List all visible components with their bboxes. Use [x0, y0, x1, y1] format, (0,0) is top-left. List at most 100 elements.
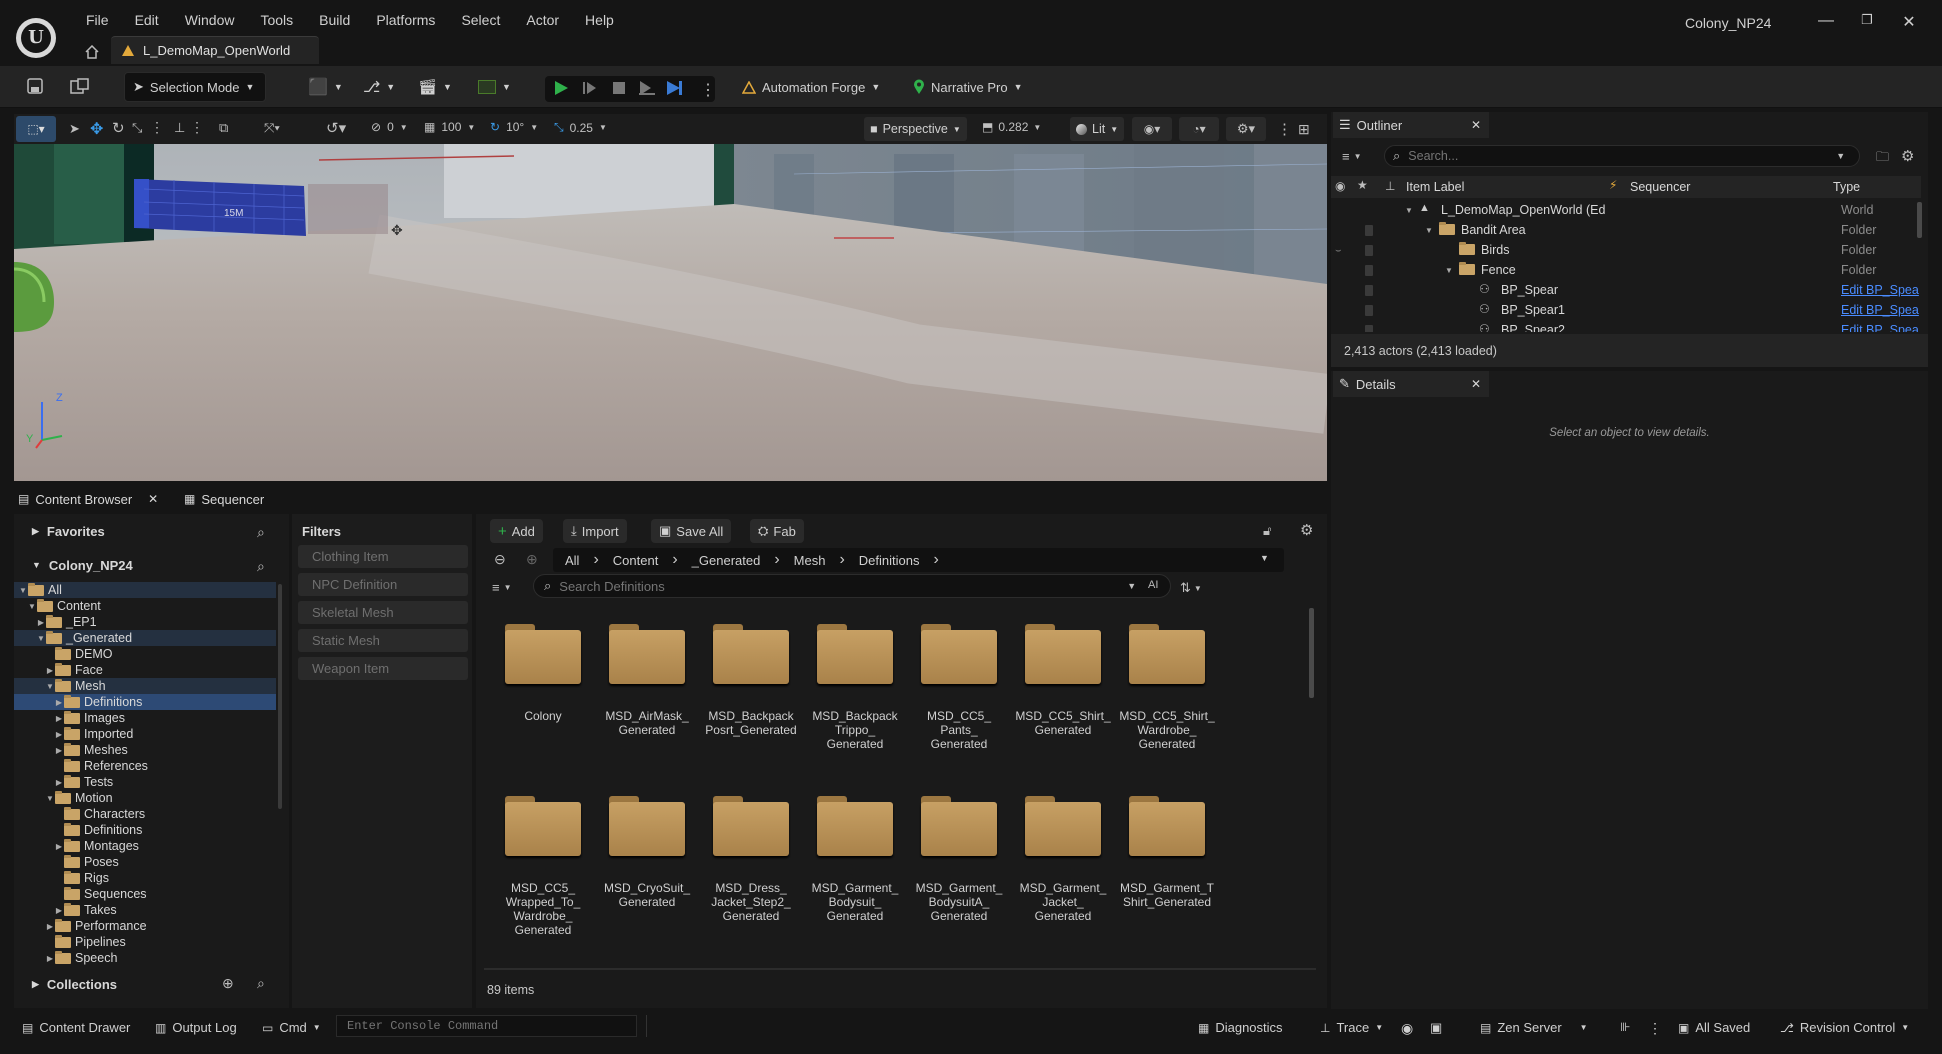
chevron-down-icon[interactable]: ▼: [1127, 581, 1136, 591]
pin-toggle[interactable]: [1365, 264, 1373, 276]
save-icon[interactable]: [27, 78, 43, 94]
platforms-button[interactable]: ▼: [470, 72, 519, 102]
search-icon[interactable]: ⌕: [257, 975, 265, 992]
tree-folder-definitions[interactable]: ▶ Definitions: [14, 694, 276, 710]
screenshot-button[interactable]: ▣: [1430, 1020, 1442, 1036]
chevron-right-icon[interactable]: ▶: [45, 666, 55, 675]
viewport-options-button[interactable]: ⬚▾: [16, 116, 56, 142]
tree-folder-content[interactable]: ▼ Content: [14, 598, 276, 614]
filter-clothing-item[interactable]: Clothing Item: [298, 545, 468, 568]
menu-item-help[interactable]: Help: [572, 12, 627, 28]
asset-folder-tile[interactable]: MSD_AirMask_ Generated: [597, 624, 697, 784]
filter-dropdown[interactable]: ≡ ▼: [492, 580, 512, 595]
cmd-dropdown[interactable]: ▭ Cmd ▼: [262, 1020, 321, 1035]
zen-server-dropdown[interactable]: ▤ Zen Server ▼: [1480, 1020, 1588, 1035]
perspective-dropdown[interactable]: ■ Perspective ▼: [864, 117, 967, 141]
breadcrumb-item[interactable]: Content: [613, 553, 659, 568]
asset-folder-tile[interactable]: MSD_Garment_ Jacket_ Generated: [1013, 796, 1113, 956]
tree-folder-all[interactable]: ▼ All: [14, 582, 276, 598]
play-options-icon[interactable]: ⋮: [700, 80, 716, 100]
world-local-icon[interactable]: ⧉: [219, 120, 228, 136]
tree-folder-images[interactable]: ▶ Images: [14, 710, 276, 726]
forward-icon[interactable]: ⊕: [526, 551, 538, 568]
asset-folder-tile[interactable]: MSD_Garment_ BodysuitA_ Generated: [909, 796, 1009, 956]
tab-content-browser[interactable]: ▤ Content Browser ✕: [18, 486, 158, 512]
menu-item-actor[interactable]: Actor: [513, 12, 572, 28]
show-flags-button[interactable]: ◉▾: [1132, 117, 1172, 141]
search-definitions-box[interactable]: ⌕ ▼: [533, 574, 1171, 598]
camera-speed-dropdown[interactable]: ⬒ 0.282 ▼: [982, 120, 1041, 134]
chevron-down-icon[interactable]: ▼: [1405, 206, 1413, 215]
col-item-label[interactable]: Item Label: [1406, 180, 1464, 194]
back-icon[interactable]: ⊖: [494, 551, 506, 568]
outliner-row[interactable]: ⚇ BP_Spear1 Edit BP_Spea: [1331, 300, 1921, 320]
star-icon[interactable]: ★: [1357, 178, 1368, 192]
tree-folder-montages[interactable]: ▶ Montages: [14, 838, 276, 854]
tree-folder-ep1[interactable]: ▶ _EP1: [14, 614, 276, 630]
tree-folder-imported[interactable]: ▶ Imported: [14, 726, 276, 742]
performance-button[interactable]: ◔▾: [1179, 117, 1219, 141]
record-button[interactable]: ◉: [1401, 1020, 1413, 1037]
snap-menu-icon[interactable]: ⋮: [190, 119, 204, 136]
tree-folder-characters[interactable]: Characters: [14, 806, 276, 822]
transform-options-icon[interactable]: ⋮: [150, 119, 164, 136]
search-icon[interactable]: ⌕: [257, 524, 265, 541]
import-button[interactable]: ⤓ Import: [563, 519, 627, 543]
tree-folder-demo[interactable]: DEMO: [14, 646, 276, 662]
menu-item-tools[interactable]: Tools: [247, 12, 306, 28]
add-button[interactable]: + Add: [490, 519, 543, 543]
play-icon[interactable]: [553, 80, 569, 96]
filter-skeletal-mesh[interactable]: Skeletal Mesh: [298, 601, 468, 624]
diagnostics-button[interactable]: ▦ Diagnostics: [1198, 1020, 1283, 1035]
outliner-row[interactable]: ⚇ BP_Spear Edit BP_Spea: [1331, 280, 1921, 300]
col-sequencer[interactable]: Sequencer: [1630, 180, 1690, 194]
chevron-right-icon[interactable]: ▶: [54, 842, 64, 851]
outliner-search-input[interactable]: [1408, 149, 1829, 163]
tree-scrollbar[interactable]: [278, 584, 282, 809]
selection-mode-dropdown[interactable]: ➤ Selection Mode ▼: [124, 72, 266, 102]
tree-folder-performance[interactable]: ▶ Performance: [14, 918, 276, 934]
scale-snap-toggle[interactable]: ⤡ 0.25 ▼: [554, 120, 607, 135]
pin-toggle[interactable]: [1365, 224, 1373, 236]
viewport-settings-button[interactable]: ⚙▾: [1226, 117, 1266, 141]
chevron-right-icon[interactable]: ›: [593, 551, 598, 569]
home-icon[interactable]: [84, 44, 100, 60]
menu-item-window[interactable]: Window: [172, 12, 248, 28]
search-icon[interactable]: ⌕: [257, 558, 265, 575]
tree-folder-motion[interactable]: ▼ Motion: [14, 790, 276, 806]
chevron-down-icon[interactable]: ▼: [27, 602, 37, 611]
edit-blueprint-link[interactable]: Edit BP_Spea: [1841, 283, 1919, 297]
chevron-right-icon[interactable]: ›: [672, 551, 677, 569]
asset-folder-tile[interactable]: MSD_Backpack Posrt_Generated: [701, 624, 801, 784]
asset-folder-tile[interactable]: MSD_Backpack Trippo_ Generated: [805, 624, 905, 784]
edit-blueprint-link[interactable]: Edit BP_Spea: [1841, 323, 1919, 332]
console-box[interactable]: [336, 1015, 637, 1037]
content-drawer-button[interactable]: ▤ Content Drawer: [22, 1020, 130, 1035]
favorites-header[interactable]: ▶ Favorites: [14, 519, 289, 543]
layout-icon[interactable]: ⊞: [1298, 121, 1310, 138]
tree-folder-sequences[interactable]: Sequences: [14, 886, 276, 902]
blueprint-button[interactable]: ⎇ ▼: [355, 72, 403, 102]
chevron-right-icon[interactable]: ▶: [54, 698, 64, 707]
tree-folder-speech[interactable]: ▶ Speech: [14, 950, 276, 966]
chevron-right-icon[interactable]: ▶: [54, 746, 64, 755]
collections-header[interactable]: ▶ Collections: [14, 972, 289, 996]
chevron-right-icon[interactable]: ›: [933, 551, 938, 569]
asset-folder-tile[interactable]: Colony: [493, 624, 593, 784]
asset-folder-tile[interactable]: MSD_CC5_ Pants_ Generated: [909, 624, 1009, 784]
tree-folder-meshes[interactable]: ▶ Meshes: [14, 742, 276, 758]
move-snap-icon[interactable]: ⤧▾: [264, 120, 280, 136]
asset-folder-tile[interactable]: MSD_CC5_ Wrapped_To_ Wardrobe_ Generated: [493, 796, 593, 956]
details-tab[interactable]: ✎ Details ✕: [1333, 371, 1489, 397]
grid-snap-toggle[interactable]: ▦ 100 ▼: [424, 120, 475, 134]
narrative-pro-button[interactable]: Narrative Pro ▼: [905, 72, 1031, 102]
menu-item-platforms[interactable]: Platforms: [363, 12, 448, 28]
new-folder-icon[interactable]: 🗀︎: [1876, 148, 1889, 170]
select-tool-icon[interactable]: ➤: [69, 121, 80, 137]
path-history-dropdown[interactable]: ▼: [1260, 553, 1269, 563]
view-mode-dropdown[interactable]: Lit ▼: [1070, 117, 1125, 141]
tree-folder-definitions[interactable]: Definitions: [14, 822, 276, 838]
outliner-search-box[interactable]: ⌕ ▼: [1384, 145, 1860, 167]
chevron-down-icon[interactable]: ▼: [45, 794, 55, 803]
gear-icon[interactable]: ⚙: [1901, 147, 1914, 165]
